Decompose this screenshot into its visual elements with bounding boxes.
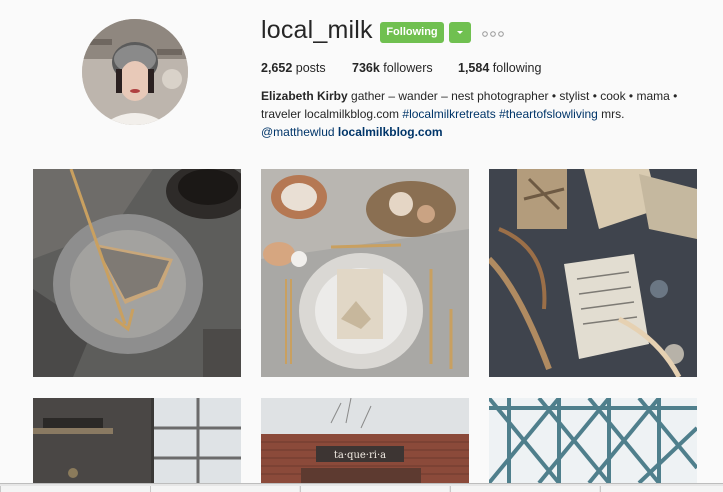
following-stat[interactable]: 1,584 following xyxy=(458,61,541,75)
photo-steel-structure[interactable] xyxy=(489,398,697,483)
bottom-tab[interactable] xyxy=(300,486,449,492)
follow-dropdown-button[interactable] xyxy=(449,22,471,43)
photo-tart-and-coffee[interactable] xyxy=(33,169,241,377)
profile-username: local_milk xyxy=(261,16,373,44)
photo-interior-window[interactable] xyxy=(33,398,241,483)
more-options-button[interactable] xyxy=(481,26,505,37)
photo-taqueria-storefront[interactable]: ta·que·ri·a xyxy=(261,398,469,483)
bio-mention[interactable]: @matthewlud xyxy=(261,125,335,139)
bottom-tab[interactable] xyxy=(0,486,151,492)
followers-stat[interactable]: 736k followers xyxy=(352,61,433,75)
profile-bio: Elizabeth Kirby gather – wander – nest p… xyxy=(261,87,681,141)
photo-table-setting[interactable] xyxy=(261,169,469,377)
more-dots-icon xyxy=(482,31,504,37)
bottom-tab[interactable] xyxy=(450,486,599,492)
posts-stat: 2,652 posts xyxy=(261,61,326,75)
bio-full-name: Elizabeth Kirby xyxy=(261,89,348,103)
profile-avatar[interactable] xyxy=(82,19,188,125)
following-button[interactable]: Following xyxy=(380,22,444,43)
chevron-down-icon xyxy=(457,31,463,34)
bio-hashtag[interactable]: #localmilkretreats xyxy=(402,107,495,121)
bottom-tab[interactable] xyxy=(600,486,723,492)
bio-hashtag[interactable]: #theartofslowliving xyxy=(499,107,598,121)
bio-text: mrs. xyxy=(597,107,625,121)
bio-website-link[interactable]: localmilkblog.com xyxy=(338,125,443,139)
taqueria-sign-text: ta·que·ri·a xyxy=(334,450,386,461)
bottom-tab[interactable] xyxy=(150,486,299,492)
photo-letters-and-ribbons[interactable] xyxy=(489,169,697,377)
